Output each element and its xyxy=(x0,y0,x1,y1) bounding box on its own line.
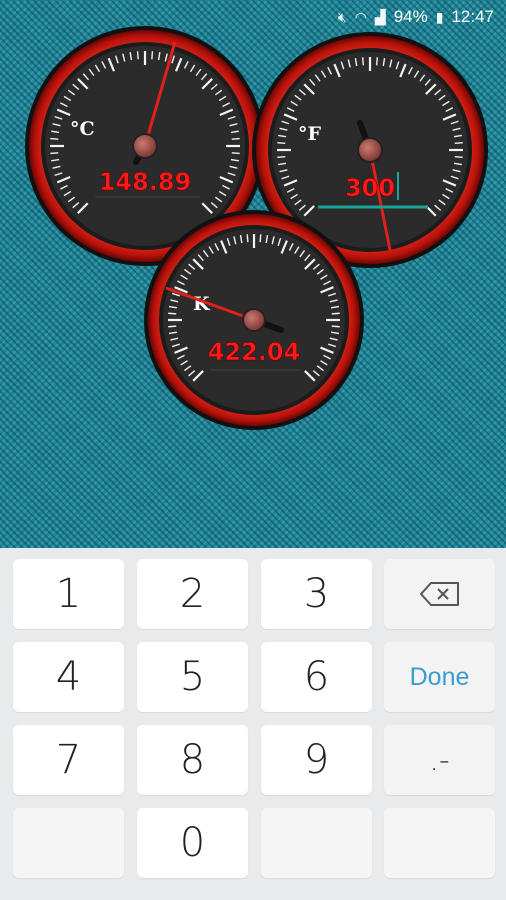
key-1[interactable]: 1 xyxy=(13,559,124,629)
celsius-value: 148.89 xyxy=(99,168,192,196)
scale-tick xyxy=(246,234,249,243)
backspace-icon xyxy=(419,582,459,606)
scale-tick xyxy=(331,312,340,315)
kelvin-value: 422.04 xyxy=(208,338,301,366)
scale-tick xyxy=(50,137,59,140)
scale-tick xyxy=(168,312,177,315)
scale-tick xyxy=(136,51,139,60)
celsius-hub xyxy=(132,133,158,159)
backspace-key[interactable] xyxy=(384,559,495,629)
key-4[interactable]: 4 xyxy=(13,642,124,712)
key-0[interactable]: 0 xyxy=(137,808,248,878)
key-7[interactable]: 7 xyxy=(13,725,124,795)
scale-tick xyxy=(231,152,240,155)
kelvin-gauge[interactable]: K 422.04 xyxy=(144,210,364,430)
scale-tick xyxy=(259,234,262,243)
kelvin-hub xyxy=(242,308,266,332)
dot-minus-key[interactable]: .- xyxy=(384,725,495,795)
celsius-unit-label: °C xyxy=(70,118,95,140)
scale-tick xyxy=(375,57,378,66)
scale-tick xyxy=(277,155,286,158)
scale-tick xyxy=(151,51,154,60)
scale-tick xyxy=(454,142,463,145)
numeric-keypad: 1 2 3 4 5 6 Done 7 8 9 .- 0 xyxy=(0,548,506,900)
fahrenheit-unit-label: °F xyxy=(298,123,322,145)
key-6[interactable]: 6 xyxy=(261,642,372,712)
empty-key-left xyxy=(13,808,124,878)
key-2[interactable]: 2 xyxy=(137,559,248,629)
done-key[interactable]: Done xyxy=(384,642,495,712)
scale-tick xyxy=(331,325,340,328)
scale-tick xyxy=(362,57,365,66)
key-9[interactable]: 9 xyxy=(261,725,372,795)
scale-tick xyxy=(50,152,59,155)
scale-tick xyxy=(231,137,240,140)
key-5[interactable]: 5 xyxy=(137,642,248,712)
fahrenheit-value-input[interactable]: 300 xyxy=(345,174,396,203)
scale-tick xyxy=(168,325,177,328)
scale-tick xyxy=(277,142,286,145)
fahrenheit-hub xyxy=(357,137,383,163)
scale-tick xyxy=(454,155,463,158)
gauge-cluster: °C 148.89 °F 300 K 422.04 xyxy=(25,26,488,430)
key-3[interactable]: 3 xyxy=(261,559,372,629)
key-8[interactable]: 8 xyxy=(137,725,248,795)
empty-key-right xyxy=(384,808,495,878)
empty-key-middle xyxy=(261,808,372,878)
